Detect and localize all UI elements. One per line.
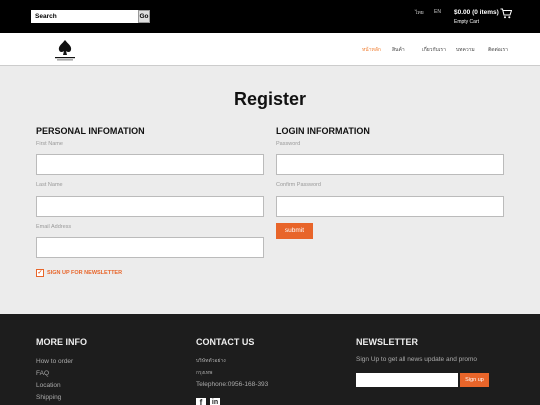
- contact-heading: CONTACT US: [196, 337, 255, 347]
- cart-summary[interactable]: $0.00 (0 items) Empty Cart: [454, 9, 499, 25]
- more-info-heading: MORE INFO: [36, 337, 87, 347]
- newsletter-signup-button[interactable]: Sign up: [460, 373, 489, 387]
- nav-item-home[interactable]: หน้าหลัก: [362, 46, 381, 54]
- newsletter-checkbox-label[interactable]: SIGN UP FOR NEWSLETTER: [47, 270, 122, 276]
- cart-amount: $0.00 (0 items): [454, 9, 499, 16]
- page-title: Register: [233, 89, 307, 109]
- first-name-label: First Name: [36, 141, 63, 147]
- facebook-icon[interactable]: f: [196, 398, 206, 405]
- newsletter-checkbox[interactable]: ✓: [36, 269, 44, 277]
- last-name-field[interactable]: [36, 196, 264, 217]
- contact-phone: Telephone:0956-168-393: [196, 381, 269, 388]
- search-go-button[interactable]: Go: [138, 10, 150, 23]
- contact-address: กรุงเทพ: [196, 370, 213, 376]
- first-name-field[interactable]: [36, 154, 264, 175]
- nav-item-products[interactable]: สินค้า: [392, 46, 405, 54]
- newsletter-description: Sign Up to get all news update and promo: [356, 356, 478, 363]
- last-name-label: Last Name: [36, 182, 63, 188]
- login-info-heading: LOGIN INFORMATION: [276, 126, 370, 136]
- nav-item-about[interactable]: เกี่ยวกับเรา: [422, 46, 446, 54]
- contact-company: บริษัทตัวอย่าง: [196, 358, 226, 364]
- nav-item-contact[interactable]: ติดต่อเรา: [488, 46, 508, 54]
- top-bar: Go ไทย EN $0.00 (0 items) Empty Cart: [0, 0, 540, 33]
- nav-item-articles[interactable]: บทความ: [456, 46, 475, 54]
- confirm-password-field[interactable]: [276, 196, 504, 217]
- footer-link-how-to-order[interactable]: How to order: [36, 358, 73, 365]
- password-field[interactable]: [276, 154, 504, 175]
- newsletter-email-input[interactable]: [356, 373, 458, 387]
- password-label: Password: [276, 141, 301, 147]
- email-field[interactable]: [36, 237, 264, 258]
- submit-button[interactable]: submit: [276, 223, 313, 239]
- footer-link-shipping[interactable]: Shipping: [36, 394, 61, 401]
- footer-link-faq[interactable]: FAQ: [36, 370, 49, 377]
- email-label: Email Address: [36, 224, 72, 230]
- language-english-link[interactable]: EN: [434, 9, 441, 15]
- language-thai-link[interactable]: ไทย: [415, 9, 424, 17]
- linkedin-icon[interactable]: in: [210, 398, 220, 405]
- footer: MORE INFO How to order FAQ Location Ship…: [0, 314, 540, 405]
- footer-link-location[interactable]: Location: [36, 382, 61, 389]
- cart-status: Empty Cart: [454, 19, 480, 25]
- main-navigation: หน้าหลัก สินค้า เกี่ยวกับเรา บทความ ติดต…: [0, 33, 540, 66]
- newsletter-heading: NEWSLETTER: [356, 337, 418, 347]
- shopping-cart-icon[interactable]: [500, 8, 512, 19]
- search-input[interactable]: [31, 10, 138, 23]
- search-form: Go: [31, 10, 150, 23]
- personal-info-heading: PERSONAL INFOMATION: [36, 126, 145, 136]
- confirm-password-label: Confirm Password: [276, 182, 321, 188]
- brand-logo[interactable]: [54, 38, 76, 62]
